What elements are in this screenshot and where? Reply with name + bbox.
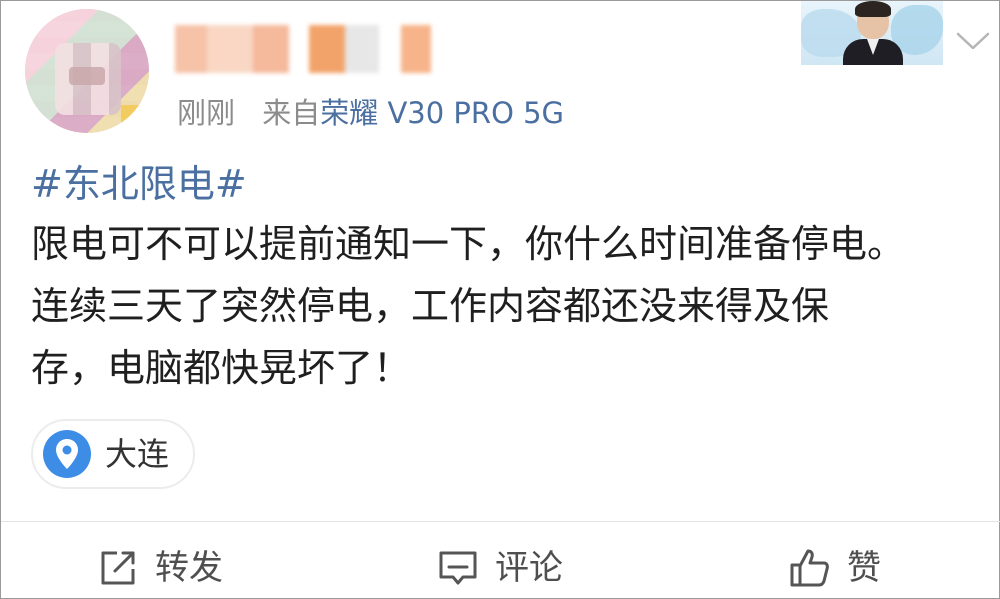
thumbs-up-icon — [790, 549, 829, 587]
username-blurred[interactable] — [175, 25, 437, 73]
decor-badge[interactable] — [801, 1, 943, 65]
repost-label: 转发 — [155, 548, 223, 588]
comment-button[interactable]: 评论 — [437, 543, 563, 593]
divider — [1, 521, 1000, 522]
location-tag[interactable]: 大连 — [31, 419, 195, 489]
weibo-post-card: 刚刚 来自荣耀 V30 PRO 5G #东北限电# 限电可不可以提前通知一下，你… — [0, 0, 1000, 599]
comment-label: 评论 — [495, 548, 563, 588]
location-pin-icon — [43, 430, 91, 478]
chevron-down-icon[interactable] — [956, 31, 990, 51]
source-prefix: 来自 — [262, 96, 321, 130]
user-avatar[interactable] — [25, 9, 149, 133]
like-button[interactable]: 赞 — [789, 543, 881, 593]
source-device[interactable]: 荣耀 V30 PRO 5G — [320, 96, 564, 130]
like-label: 赞 — [847, 548, 881, 588]
post-time: 刚刚 — [177, 96, 236, 130]
share-icon — [101, 551, 135, 585]
post-text-line-3: 存，电脑都快晃坏了！ — [31, 346, 412, 390]
post-meta: 刚刚 来自荣耀 V30 PRO 5G — [177, 93, 564, 133]
post-text-line-2: 连续三天了突然停电，工作内容都还没来得及保 — [31, 284, 830, 328]
post-text-line-1: 限电可不可以提前通知一下，你什么时间准备停电。 — [31, 222, 906, 266]
repost-button[interactable]: 转发 — [97, 543, 223, 593]
hashtag-link[interactable]: #东北限电# — [31, 157, 247, 211]
location-label: 大连 — [105, 435, 170, 473]
action-bar: 转发 评论 赞 — [1, 533, 1000, 599]
comment-icon — [439, 551, 477, 585]
